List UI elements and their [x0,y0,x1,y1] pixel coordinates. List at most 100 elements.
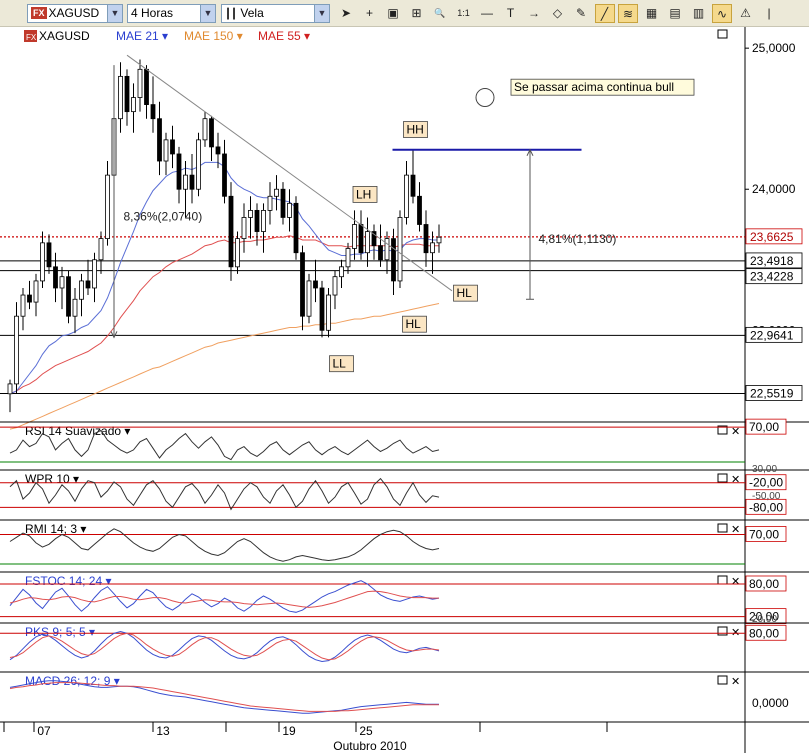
chevron-down-icon[interactable]: ▼ [107,5,122,22]
price-tick-label: 25,0000 [752,41,796,55]
panel-title: WPR 10 ▾ [25,472,79,486]
wave-icon[interactable]: ∿ [712,4,732,23]
candle-body [339,266,344,278]
candle-body [27,294,32,303]
candle-body [20,294,26,317]
candle-body [241,217,247,240]
candle-body [189,174,195,190]
candle-body [66,276,71,317]
candle-body [118,75,123,120]
pattern-label: HH [407,123,424,137]
candle-style-icon: ┃┃ [225,9,238,20]
pattern-label: HL [406,317,422,331]
candle-body [137,68,143,98]
chevron-down-icon[interactable]: ▼ [314,5,329,22]
price-level-label: 22,9641 [750,328,794,342]
price-level-label: 22,5519 [750,387,794,401]
candle-body [417,195,422,225]
candle-body [79,280,84,300]
panel-axis-label-partial: 30,00 [752,464,777,475]
measure-left-label: 8,36%(2,0740) [124,209,203,223]
candle-body [391,238,396,282]
candle-body [352,224,357,249]
close-icon: ✕ [731,474,740,486]
candle-body [92,259,97,289]
candle-body [33,280,39,303]
note-text: Se passar acima continua bull [514,80,674,94]
trendline-icon[interactable]: ╱ [594,4,615,23]
price-tick-label: 24,0000 [752,182,796,196]
candle-body [170,139,175,155]
zoom-icon[interactable]: 🔍 [430,4,450,23]
fibonacci-icon[interactable]: ≋ [618,4,638,23]
indicator-icon[interactable]: ▤ [665,4,685,23]
candle-body [85,280,91,289]
panel-level-label: -80,00 [749,500,783,514]
timeframe-value: 4 Horas [131,6,174,20]
chart-area[interactable]: FX XAGUSD MAE 21 ▾ MAE 150 ▾ MAE 55 ▾ 8,36%(2… [0,27,809,753]
candle-body [436,236,442,244]
candle-body [124,75,130,113]
draw-tools-icon[interactable]: ⊞ [407,4,427,23]
candle-body [293,202,299,254]
candle-body [72,298,78,317]
candle-body [358,224,364,254]
candle-body [404,174,409,218]
candle-body [313,280,318,289]
candle-body [248,209,253,218]
timeframe-select[interactable]: 4 Horas ▼ [127,4,216,23]
legend-mae150: MAE 150 ▾ [184,29,243,43]
panel-level-label: 80,00 [749,577,779,591]
measure-right-label: 4,81%(1,1130) [539,232,617,246]
chevron-down-icon[interactable]: ▼ [200,5,215,22]
candle-body [14,315,19,385]
pattern-label: LH [356,187,371,201]
candle-body [430,242,435,254]
chart-style-value: Vela [240,6,264,20]
data-window-icon[interactable]: ▣ [383,4,403,23]
legend-mae55: MAE 55 ▾ [258,29,310,43]
chart-style-select[interactable]: ┃┃ Vela ▼ [221,4,330,23]
arrow-tool-icon[interactable]: → [524,4,544,23]
candle-body [345,248,351,268]
template-icon[interactable]: ▥ [689,4,709,23]
time-tick-label: 25 [359,724,373,738]
zoom-reset-icon[interactable]: 1:1 [454,4,474,23]
horizontal-line-icon[interactable]: — [477,4,497,23]
price-level-label: 23,4918 [750,254,794,268]
chart-settings-icon[interactable]: ▦ [642,4,662,23]
eraser-icon[interactable]: ◇ [548,4,568,23]
panel-title: FSTOC 14; 24 ▾ [25,574,112,588]
candle-body [131,97,136,113]
candle-body [183,174,188,190]
panel-axis-label-partial: 20,00 [752,614,777,625]
candle-body [215,146,221,155]
panel-level-label: -20,00 [749,476,783,490]
candle-body [46,242,52,268]
close-icon: ✕ [731,676,740,688]
alert-icon[interactable]: ⚠ [736,4,756,23]
crosshair-icon[interactable]: + [360,4,380,23]
pencil-icon[interactable]: ✎ [571,4,591,23]
scroll-end-icon[interactable]: | [759,4,779,23]
note-circle-icon [475,88,495,108]
symbol-value: XAGUSD [48,6,100,20]
pattern-label: HL [457,286,473,300]
candle-body [7,383,13,395]
candle-body [306,280,312,317]
cursor-icon[interactable]: ➤ [336,4,356,23]
panel-level-label: 70,00 [749,527,779,541]
symbol-select[interactable]: FX XAGUSD ▼ [27,4,123,23]
legend-mae21: MAE 21 ▾ [116,29,168,43]
candle-body [319,287,325,331]
time-axis-month-label: Outubro 2010 [333,739,407,753]
candle-body [235,238,240,268]
pattern-label: LL [333,357,347,371]
price-level-label: 23,6625 [750,230,794,244]
time-tick-label: 19 [282,724,296,738]
panel-axis-label-partial: -50,00 [752,491,781,502]
text-tool-icon[interactable]: T [501,4,521,23]
candle-body [384,238,390,261]
candle-body [261,209,266,232]
legend-symbol: XAGUSD [39,29,90,43]
